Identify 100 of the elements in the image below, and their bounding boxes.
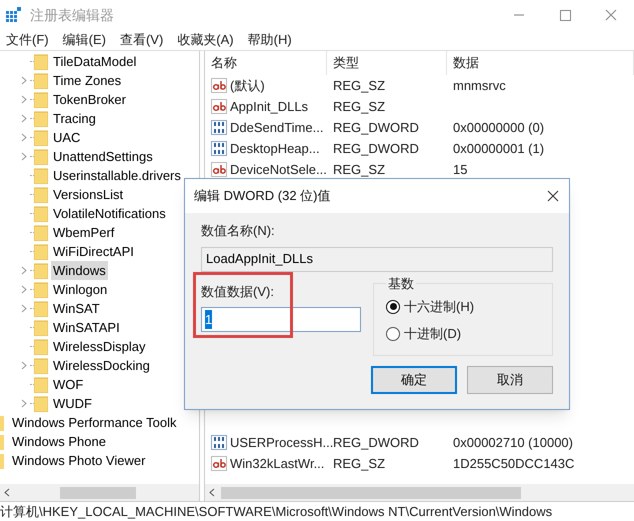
value-data-field[interactable]: 1 [201,307,361,332]
value-name[interactable]: AppInit_DLLs [230,96,308,116]
tree-item[interactable]: WiFiDirectAPI [51,242,136,262]
tree-item[interactable]: WirelessDisplay [51,336,148,356]
tree-item[interactable]: WOF [51,374,86,394]
dialog-title: 编辑 DWORD (32 位)值 [194,187,330,206]
chevron-right-icon[interactable] [21,285,27,294]
chevron-right-icon[interactable] [21,95,27,104]
menu-item[interactable]: 收藏夹(A) [177,30,234,50]
menu-item[interactable]: 编辑(E) [62,30,106,50]
menu-item[interactable]: 查看(V) [120,30,164,50]
tree-item[interactable]: Tracing [51,108,98,128]
folder-icon [34,300,48,316]
dialog-button[interactable]: 取消 [467,366,553,394]
value-name[interactable]: USERProcessH... [230,432,334,452]
value-type: REG_DWORD [333,140,419,156]
value-name[interactable]: DesktopHeap... [230,138,320,158]
value-name-field[interactable]: LoadAppInit_DLLs [201,246,553,272]
value-name[interactable]: Win32kLastWr... [230,454,324,474]
string-value-icon [211,99,227,114]
tree-item[interactable]: Windows Phone [12,432,106,452]
chevron-right-icon[interactable] [21,266,27,275]
chevron-right-icon[interactable] [21,76,27,85]
folder-icon [34,282,48,298]
tree-item[interactable]: Time Zones [51,70,124,90]
folder-icon [34,130,48,146]
string-value-icon [211,162,227,177]
folder-icon [0,434,4,450]
folder-icon [34,110,48,126]
folder-icon [34,224,48,240]
value-data: 0x00002710 (10000) [453,434,573,450]
radio-option[interactable]: 十六进制(H) [386,293,540,320]
tree-item[interactable]: WbemPerf [51,222,116,242]
value-data: 1D255C50DCC143C [453,456,574,471]
column-header[interactable]: 名称 [211,53,237,73]
tree-item[interactable]: WUDF [51,394,94,414]
horizontal-scrollbar[interactable] [0,484,199,501]
tree-item[interactable]: Userinstallable.drivers [51,166,183,186]
binary-value-icon [211,435,227,450]
menu-item[interactable]: 文件(F) [6,30,49,50]
group-label: 基数 [387,274,415,292]
chevron-left-icon[interactable] [4,488,10,497]
chevron-right-icon[interactable] [21,361,27,370]
folder-icon [34,148,48,164]
value-name[interactable]: (默认) [230,76,265,96]
folder-icon [34,376,48,392]
tree-item[interactable]: Windows [51,260,108,280]
string-value-icon [211,78,227,93]
value-name[interactable]: DeviceNotSele... [230,160,327,180]
value-type: REG_SZ [333,162,386,177]
tree-item[interactable]: Windows Photo Viewer [12,450,146,470]
tree-item[interactable]: VersionsList [51,184,126,204]
tree-item[interactable]: WinSATAPI [51,318,122,338]
binary-value-icon [211,120,227,135]
chevron-right-icon[interactable] [21,133,27,142]
value-name[interactable]: DdeSendTime... [230,118,324,138]
chevron-right-icon[interactable] [21,399,27,408]
chevron-right-icon[interactable] [21,114,27,123]
menu-item[interactable]: 帮助(H) [248,30,292,50]
chevron-right-icon[interactable] [21,152,27,161]
folder-icon [34,54,48,70]
radio-option[interactable]: 十进制(D) [386,320,540,347]
column-header[interactable]: 类型 [333,53,359,73]
value-data: mnmsrvc [453,78,506,93]
binary-value-icon [211,141,227,156]
tree-item[interactable]: TokenBroker [51,90,128,110]
tree-item[interactable]: Winlogon [51,280,110,300]
folder-icon [0,452,4,468]
value-data: 15 [453,162,468,177]
horizontal-scrollbar[interactable] [205,484,634,501]
status-path: 计算机\HKEY_LOCAL_MACHINE\SOFTWARE\Microsoft\Windows NT\CurrentVersion\Windows [0,502,552,521]
tree-item[interactable]: VolatileNotifications [51,204,168,224]
tree-item[interactable]: WinSAT [51,298,102,318]
value-type: REG_DWORD [333,434,419,450]
value-type: REG_SZ [333,78,386,93]
folder-icon [34,186,48,202]
column-header[interactable]: 数据 [453,53,479,73]
folder-icon [34,244,48,260]
tree-item[interactable]: WirelessDocking [51,356,152,376]
folder-icon [0,414,4,430]
dialog-button[interactable]: 确定 [371,366,457,394]
tree-item[interactable]: UAC [51,128,82,148]
folder-icon [34,358,48,374]
folder-icon [34,396,48,412]
chevron-left-icon[interactable] [209,488,215,497]
chevron-right-icon[interactable] [21,304,27,313]
value-type: REG_DWORD [333,120,419,135]
string-value-icon [211,456,227,471]
tree-item[interactable]: TileDataModel [51,52,138,72]
folder-icon [34,262,48,278]
folder-icon [34,92,48,108]
app-icon [6,7,22,23]
folder-icon [34,206,48,222]
folder-icon [34,168,48,184]
tree-item[interactable]: Windows Performance Toolk [12,412,176,432]
tree-item[interactable]: UnattendSettings [51,146,155,166]
value-data: 0x00000001 (1) [453,140,544,156]
value-data: 0x00000000 (0) [453,120,544,135]
value-type: REG_SZ [333,456,386,471]
folder-icon [34,320,48,336]
